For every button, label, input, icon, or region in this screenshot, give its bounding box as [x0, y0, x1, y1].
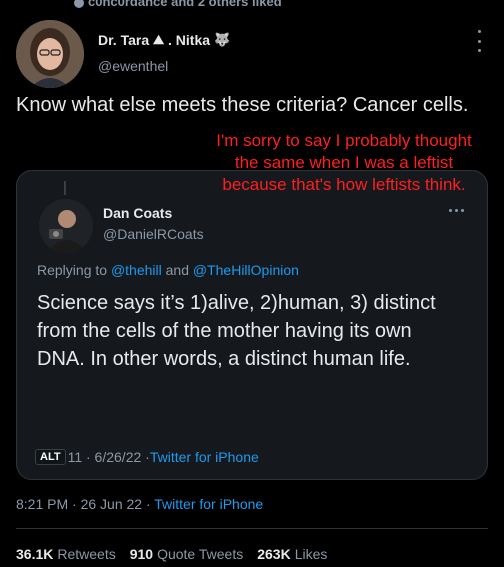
retweets-stat[interactable]: 36.1K Retweets: [16, 546, 116, 562]
quoted-avatar[interactable]: [39, 199, 93, 253]
divider: [16, 528, 488, 529]
tweet-timestamp: 8:21 PM · 26 Jun 22 · Twitter for iPhone: [16, 496, 264, 512]
wolf-emoji-icon: 🐺: [214, 32, 231, 48]
replying-to: Replying to @thehill and @TheHillOpinion: [37, 262, 299, 278]
quoted-meta: ALT 11 · 6/26/22 · Twitter for iPhone: [35, 449, 259, 465]
social-context[interactable]: c0nc0rdance and 2 others liked: [88, 0, 282, 9]
author-name[interactable]: Dr. Tara ⛰ . Nitka 🐺: [98, 32, 230, 48]
quoted-body: Science says it’s 1)alive, 2)human, 3) d…: [37, 292, 436, 370]
alt-badge[interactable]: ALT: [35, 449, 66, 465]
more-vertical-icon[interactable]: [476, 30, 482, 52]
tweet-text: Know what else meets these criteria? Can…: [16, 94, 469, 116]
mention-thehillopinion[interactable]: @TheHillOpinion: [193, 262, 299, 278]
liked-text: c0nc0rdance and 2 others liked: [88, 0, 282, 9]
likes-stat[interactable]: 263K Likes: [257, 546, 327, 562]
overlay-annotation: I'm sorry to say I probably thought the …: [216, 131, 472, 194]
author-handle[interactable]: @ewenthel: [98, 58, 168, 74]
quoted-author-handle[interactable]: @DanielRCoats: [103, 226, 204, 242]
tweet-source-link[interactable]: Twitter for iPhone: [154, 496, 263, 512]
author-avatar[interactable]: [16, 20, 84, 88]
quoted-tweet[interactable]: Dan Coats @DanielRCoats Replying to @the…: [16, 170, 488, 480]
liked-heart-icon: [74, 0, 84, 8]
quote-tweets-stat[interactable]: 910 Quote Tweets: [130, 546, 244, 562]
quoted-author-name[interactable]: Dan Coats: [103, 205, 172, 221]
quoted-source-link[interactable]: Twitter for iPhone: [150, 449, 259, 465]
more-horizontal-icon[interactable]: [449, 209, 464, 212]
mention-thehill[interactable]: @thehill: [111, 262, 162, 278]
mountain-emoji-icon: ⛰: [153, 32, 165, 48]
engagement-stats: 36.1K Retweets 910 Quote Tweets 263K Likes: [16, 546, 327, 562]
thread-line: [64, 181, 66, 195]
